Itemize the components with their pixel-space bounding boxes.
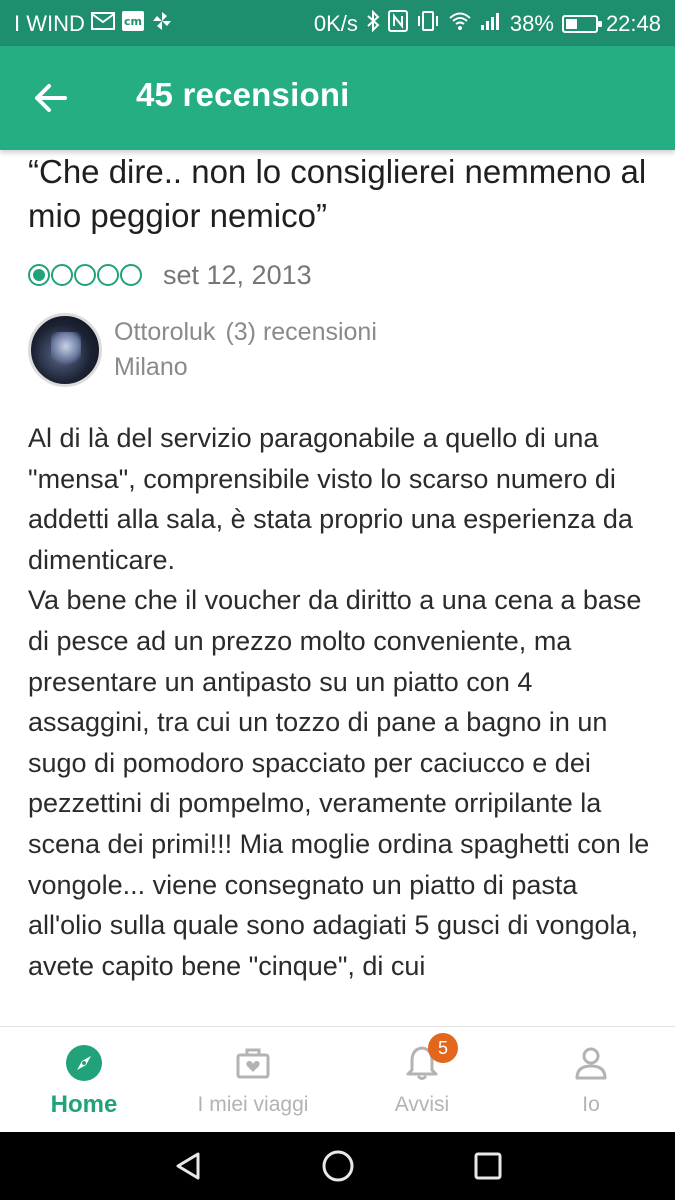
- system-recents-button[interactable]: [468, 1146, 508, 1186]
- nav-item-profile[interactable]: Io: [507, 1027, 675, 1133]
- bottom-navigation: Home I miei viaggi 5 Avvisi Io: [0, 1026, 675, 1132]
- suitcase-heart-icon: [233, 1043, 273, 1083]
- battery-percent: 38%: [509, 11, 554, 36]
- cm-icon: cm: [121, 10, 145, 38]
- triangle-back-icon: [176, 1152, 200, 1180]
- clock: 22:48: [605, 11, 661, 36]
- nav-item-alerts[interactable]: 5 Avvisi: [338, 1027, 506, 1133]
- back-button[interactable]: [28, 76, 72, 120]
- rating-bubble-filled: [28, 264, 50, 286]
- nav-label-trips: I miei viaggi: [197, 1093, 309, 1116]
- carrier-label: I WIND: [14, 11, 85, 36]
- page-title: 45 recensioni: [136, 76, 350, 113]
- bluetooth-icon: [366, 9, 380, 38]
- mail-icon: [90, 11, 115, 37]
- review-body: Al di là del servizio paragonabile a que…: [28, 423, 650, 981]
- avatar[interactable]: [28, 313, 102, 387]
- author-location: Milano: [114, 353, 188, 381]
- author-review-count: (3) recensioni: [225, 318, 377, 346]
- rating-bubble-empty: [51, 264, 73, 286]
- status-bar: I WIND cm 0K/s 38% 22:48: [0, 0, 675, 46]
- rating-row: set 12, 2013: [28, 256, 312, 294]
- battery-icon: [561, 15, 602, 33]
- svg-text:cm: cm: [124, 15, 142, 28]
- nfc-icon: [387, 10, 408, 38]
- alerts-badge: 5: [428, 1033, 458, 1063]
- review-title: “Che dire.. non lo consiglierei nemmeno …: [28, 153, 647, 234]
- pinwheel-icon: [151, 10, 173, 38]
- author-block[interactable]: Ottoroluk (3) recensioni Milano: [28, 312, 377, 388]
- network-speed: 0K/s: [313, 11, 358, 36]
- vibrate-icon: [416, 10, 440, 38]
- arrow-back-icon: [35, 84, 67, 112]
- bell-icon: 5: [402, 1033, 458, 1083]
- rating-bubble-empty: [120, 264, 142, 286]
- signal-icon: [480, 11, 502, 37]
- author-name[interactable]: Ottoroluk: [114, 318, 215, 347]
- nav-label-home: Home: [50, 1091, 118, 1118]
- wifi-icon: [448, 11, 472, 37]
- person-icon: [571, 1043, 611, 1083]
- system-back-button[interactable]: [168, 1146, 208, 1186]
- rating-bubbles: [28, 264, 143, 286]
- nav-label-alerts: Avvisi: [394, 1093, 450, 1116]
- square-recents-icon: [474, 1152, 502, 1180]
- circle-home-icon: [322, 1150, 354, 1182]
- system-home-button[interactable]: [318, 1146, 358, 1186]
- rating-bubble-empty: [97, 264, 119, 286]
- app-bar: 45 recensioni: [0, 46, 675, 150]
- nav-label-profile: Io: [582, 1093, 600, 1116]
- nav-item-home[interactable]: Home: [0, 1027, 168, 1133]
- review-date: set 12, 2013: [163, 259, 312, 290]
- system-navigation-bar: [0, 1132, 675, 1200]
- review-detail[interactable]: “Che dire.. non lo consiglierei nemmeno …: [0, 150, 675, 1026]
- nav-item-trips[interactable]: I miei viaggi: [169, 1027, 337, 1133]
- rating-bubble-empty: [74, 264, 96, 286]
- compass-icon: [64, 1043, 104, 1083]
